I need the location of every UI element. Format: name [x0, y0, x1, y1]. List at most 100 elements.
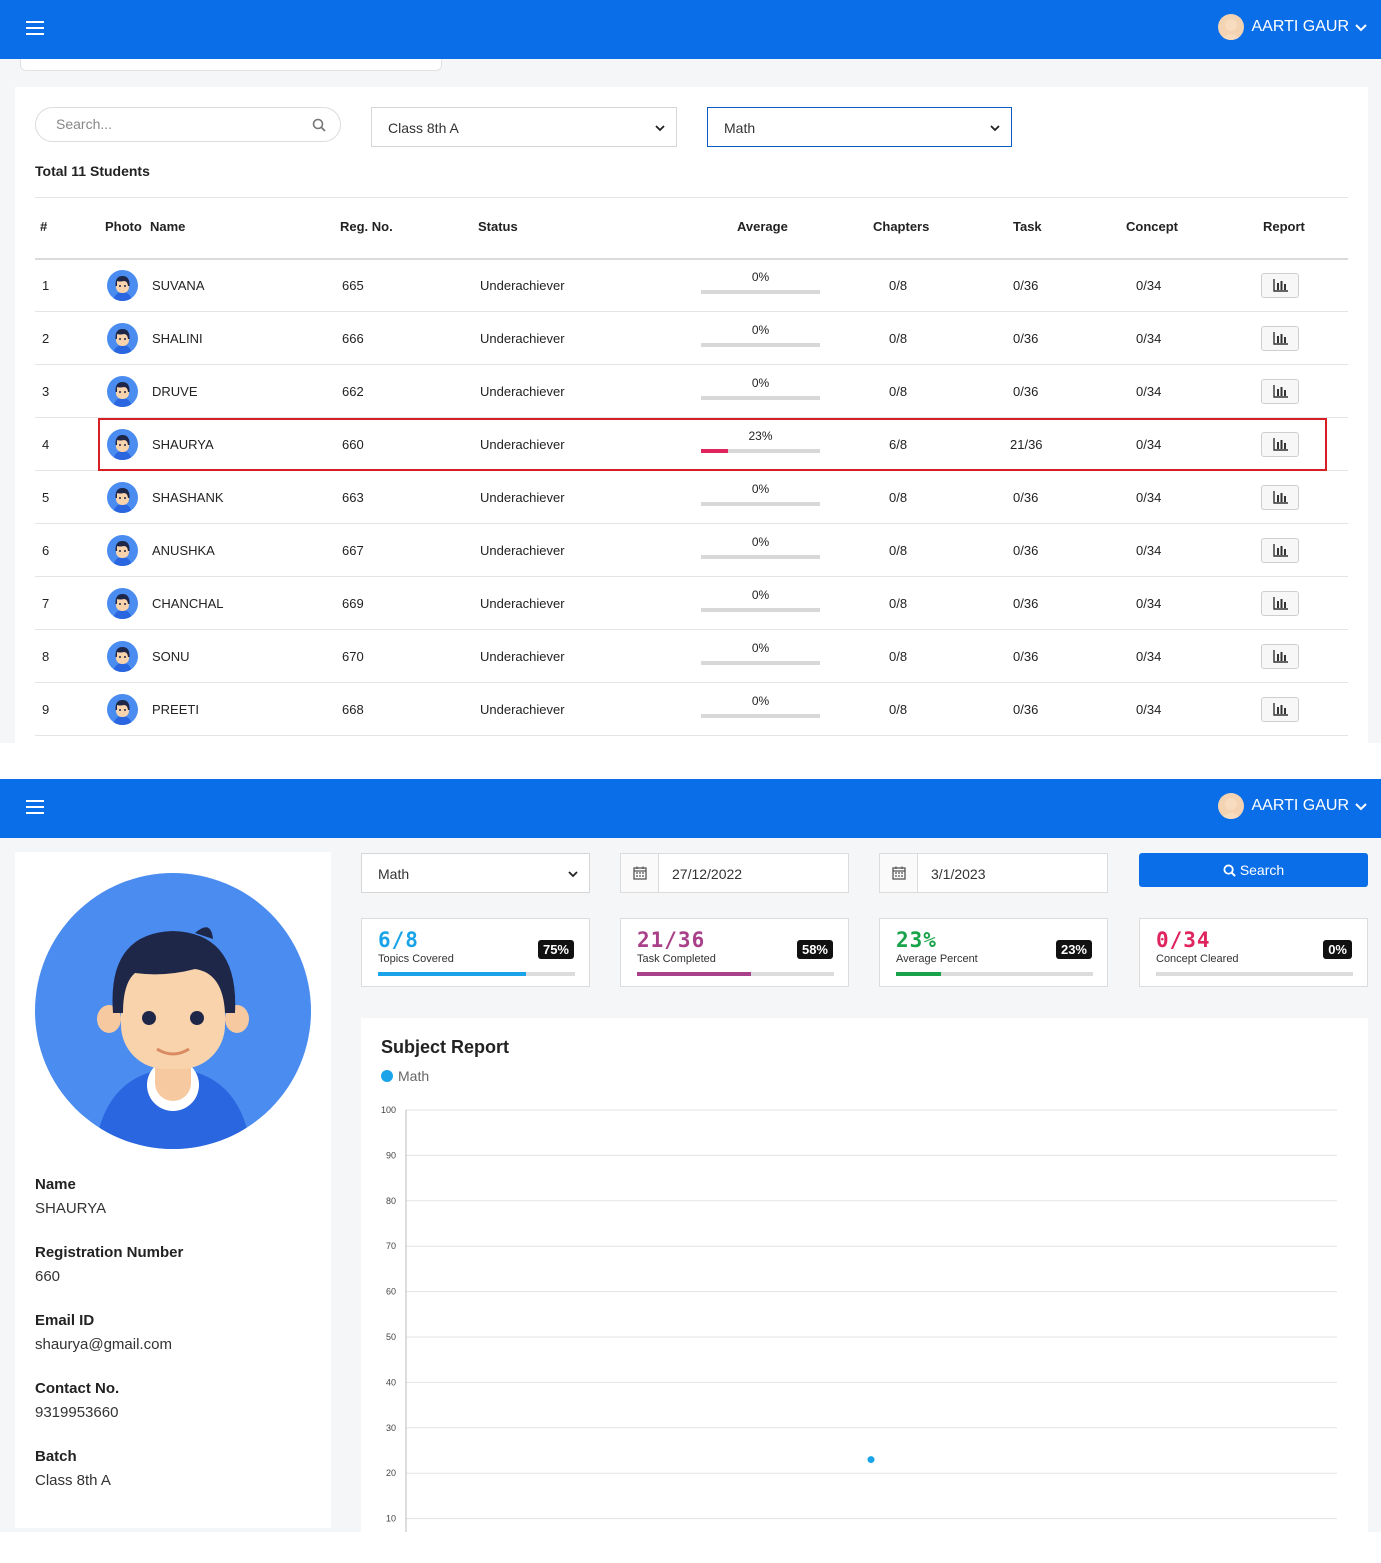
average-value: 0% — [751, 270, 770, 284]
row-number: 1 — [42, 278, 50, 293]
search-input[interactable] — [56, 116, 296, 132]
chevron-down-icon — [568, 871, 578, 878]
concept-value: 0/34 — [1136, 649, 1162, 664]
data-point-math[interactable] — [867, 1456, 875, 1464]
table-row[interactable]: 2 SHALINI 666 Underachiever 0% 0/8 0/36 0/34 — [35, 312, 1348, 365]
stat-card: 0/34 Concept Cleared 0% — [1139, 918, 1368, 987]
stat-value: 21/36 — [637, 928, 706, 952]
name-value: SHAURYA — [35, 1200, 107, 1217]
status-text: Underachiever — [480, 543, 565, 558]
date-from-field[interactable]: 27/12/2022 — [620, 853, 849, 893]
table-row[interactable]: 6 ANUSHKA 667 Underachiever 0% 0/8 0/36 0/34 — [35, 524, 1348, 577]
stat-card: 23% Average Percent 23% — [879, 918, 1108, 987]
row-number: 7 — [42, 596, 50, 611]
report-subject-select[interactable]: Math — [361, 853, 590, 893]
chapters-value: 0/8 — [889, 702, 908, 717]
concept-value: 0/34 — [1136, 490, 1162, 505]
subject-select[interactable]: Math — [707, 107, 1012, 147]
email-value: shaurya@gmail.com — [35, 1336, 172, 1353]
reg-number: 665 — [342, 278, 364, 293]
row-number: 6 — [42, 543, 50, 558]
calendar-icon[interactable] — [880, 854, 918, 892]
reg-number: 666 — [342, 331, 364, 346]
table-row[interactable]: 7 CHANCHAL 669 Underachiever 0% 0/8 0/36 0/34 — [35, 577, 1348, 630]
row-number: 5 — [42, 490, 50, 505]
hamburger-menu-icon[interactable] — [26, 800, 44, 814]
y-tick-label: 30 — [386, 1423, 396, 1433]
report-button[interactable] — [1261, 273, 1299, 298]
task-value: 0/36 — [1013, 649, 1039, 664]
chapters-value: 0/8 — [889, 490, 908, 505]
batch-label: Batch — [35, 1448, 77, 1465]
user-avatar — [1217, 793, 1244, 819]
stat-progress-bar — [637, 972, 834, 976]
average-progress-bar — [701, 343, 820, 347]
row-number: 2 — [42, 331, 50, 346]
user-menu[interactable]: AARTI GAUR — [1217, 793, 1368, 819]
user-avatar — [1217, 14, 1244, 40]
user-menu[interactable]: AARTI GAUR — [1217, 14, 1368, 40]
class-select[interactable]: Class 8th A — [371, 107, 677, 147]
average-progress-bar — [701, 714, 820, 718]
user-name: AARTI GAUR — [1251, 18, 1350, 35]
status-text: Underachiever — [480, 596, 565, 611]
col-header-report: Report — [1263, 219, 1305, 234]
status-text: Underachiever — [480, 490, 565, 505]
report-button[interactable] — [1261, 379, 1299, 404]
subject-report-chart: Subject Report Math 100 90 80 70 60 50 40 30 20 1… — [361, 1018, 1368, 1532]
task-value: 0/36 — [1013, 596, 1039, 611]
report-button[interactable] — [1261, 644, 1299, 669]
col-header-concept: Concept — [1126, 219, 1178, 234]
top-navbar: AARTI GAUR — [0, 0, 1381, 59]
average-value: 0% — [751, 323, 770, 337]
student-search-box[interactable] — [35, 107, 341, 142]
concept-value: 0/34 — [1136, 278, 1162, 293]
student-photo — [107, 376, 138, 407]
chevron-down-icon — [1355, 803, 1367, 811]
student-photo — [107, 323, 138, 354]
student-photo — [107, 535, 138, 566]
y-tick-label: 20 — [386, 1468, 396, 1478]
chapters-value: 0/8 — [889, 543, 908, 558]
reg-number: 662 — [342, 384, 364, 399]
date-to-field[interactable]: 3/1/2023 — [879, 853, 1108, 893]
table-row[interactable]: 3 DRUVE 662 Underachiever 0% 0/8 0/36 0/34 — [35, 365, 1348, 418]
report-button[interactable] — [1261, 326, 1299, 351]
concept-value: 0/34 — [1136, 702, 1162, 717]
stat-card: 6/8 Topics Covered 75% — [361, 918, 590, 987]
chapters-value: 0/8 — [889, 649, 908, 664]
row-number: 4 — [42, 437, 50, 452]
row-number: 3 — [42, 384, 50, 399]
report-button[interactable] — [1261, 591, 1299, 616]
task-value: 0/36 — [1013, 490, 1039, 505]
hamburger-menu-icon[interactable] — [26, 21, 44, 35]
chapters-value: 0/8 — [889, 596, 908, 611]
student-avatar — [35, 873, 311, 1149]
report-button[interactable] — [1261, 485, 1299, 510]
table-row[interactable]: 8 SONU 670 Underachiever 0% 0/8 0/36 0/34 — [35, 630, 1348, 683]
table-row[interactable]: 5 SHASHANK 663 Underachiever 0% 0/8 0/36 0/34 — [35, 471, 1348, 524]
table-row[interactable]: 1 SUVANA 665 Underachiever 0% 0/8 0/36 0/34 — [35, 259, 1348, 312]
average-progress-bar — [701, 502, 820, 506]
average-value: 0% — [751, 535, 770, 549]
report-button[interactable] — [1261, 538, 1299, 563]
search-icon — [1223, 864, 1236, 877]
chart-plot: 100 90 80 70 60 50 40 30 20 10 — [381, 1105, 1337, 1532]
search-button[interactable]: Search — [1139, 853, 1368, 887]
report-button[interactable] — [1261, 697, 1299, 722]
search-icon[interactable] — [312, 118, 326, 132]
email-label: Email ID — [35, 1312, 95, 1329]
row-divider — [35, 735, 1348, 736]
calendar-icon[interactable] — [621, 854, 659, 892]
col-header-average: Average — [737, 219, 788, 234]
student-photo — [107, 270, 138, 301]
contact-value: 9319953660 — [35, 1404, 119, 1421]
average-value: 0% — [751, 694, 770, 708]
table-row[interactable]: 9 PREETI 668 Underachiever 0% 0/8 0/36 0/34 — [35, 683, 1348, 736]
stat-value: 6/8 — [378, 928, 419, 952]
date-from-value: 27/12/2022 — [672, 866, 743, 882]
chapters-value: 0/8 — [889, 331, 908, 346]
stat-label: Average Percent — [896, 953, 978, 965]
concept-value: 0/34 — [1136, 596, 1162, 611]
student-photo — [107, 694, 138, 725]
